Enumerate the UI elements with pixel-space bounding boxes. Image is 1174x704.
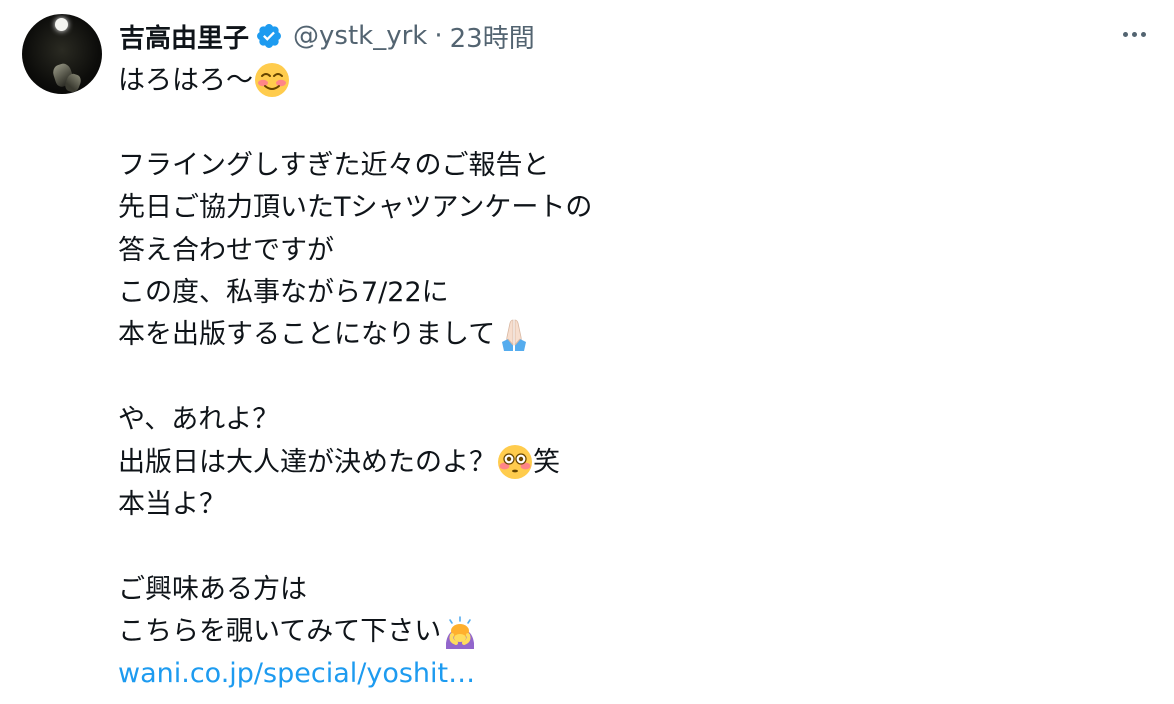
tweet-line-text: フライングしすぎた近々のご報告と	[118, 149, 550, 181]
person-bowing-icon	[446, 616, 475, 650]
tweet-line: ご興味ある方は	[118, 569, 1138, 611]
tweet-line	[118, 102, 1138, 144]
timestamp[interactable]: 23時間	[450, 18, 535, 55]
tweet-link[interactable]: wani.co.jp/special/yoshit…	[118, 658, 475, 689]
tweet-header: 吉高由里子 @ystk_yrk · 23時間	[119, 16, 535, 56]
tweet-line: この度、私事ながら7/22に	[118, 272, 1138, 314]
tweet-line: 本を出版することになりまして	[118, 314, 1138, 356]
tweet: 吉高由里子 @ystk_yrk · 23時間 はろはろ〜 フライングしすぎた近々…	[0, 0, 1174, 704]
avatar[interactable]	[22, 14, 102, 94]
tweet-line-text: ご興味ある方は	[118, 573, 307, 605]
tweet-line: 先日ご協力頂いたTシャツアンケートの	[118, 187, 1138, 229]
tweet-line: 出版日は大人達が決めたのよ？ 笑	[118, 442, 1138, 484]
tweet-line-text: 出版日は大人達が決めたのよ？	[118, 446, 496, 478]
tweet-line-text: この度、私事ながら7/22に	[118, 276, 449, 308]
tweet-line-suffix: 笑	[533, 446, 560, 478]
avatar-moon	[55, 18, 68, 31]
tweet-line: こちらを覗いてみて下さい	[118, 611, 1138, 653]
tweet-line-text: 本当よ？	[118, 488, 226, 520]
tweet-line: wani.co.jp/special/yoshit…	[118, 653, 1138, 695]
tweet-line: 答え合わせですが	[118, 230, 1138, 272]
tweet-line-text: 先日ご協力頂いたTシャツアンケートの	[118, 192, 593, 224]
tweet-text: はろはろ〜 フライングしすぎた近々のご報告と 先日ご協力頂いたTシャツアンケート…	[118, 60, 1138, 696]
tweet-line-text: 本を出版することになりまして	[118, 319, 496, 351]
flushed-face-icon	[498, 444, 532, 479]
tweet-line: フライングしすぎた近々のご報告と	[118, 145, 1138, 187]
user-handle[interactable]: @ystk_yrk	[293, 21, 427, 51]
tweet-line: はろはろ〜	[118, 60, 1138, 102]
more-options-icon[interactable]	[1112, 22, 1156, 46]
separator-dot: ·	[434, 21, 443, 51]
tweet-line-text: や、あれよ？	[118, 404, 280, 436]
tweet-line-text: 答え合わせですが	[118, 234, 334, 266]
smiling-face-with-blushing-cheeks-icon	[255, 63, 289, 97]
folded-hands-icon	[502, 319, 527, 352]
verified-badge-icon	[257, 24, 281, 48]
tweet-line	[118, 357, 1138, 399]
tweet-line: や、あれよ？	[118, 399, 1138, 441]
tweet-line: 本当よ？	[118, 484, 1138, 526]
tweet-line-text: はろはろ〜	[118, 65, 253, 96]
tweet-line	[118, 526, 1138, 568]
display-name[interactable]: 吉高由里子	[119, 18, 249, 55]
tweet-line-text: こちらを覗いてみて下さい	[118, 616, 442, 648]
